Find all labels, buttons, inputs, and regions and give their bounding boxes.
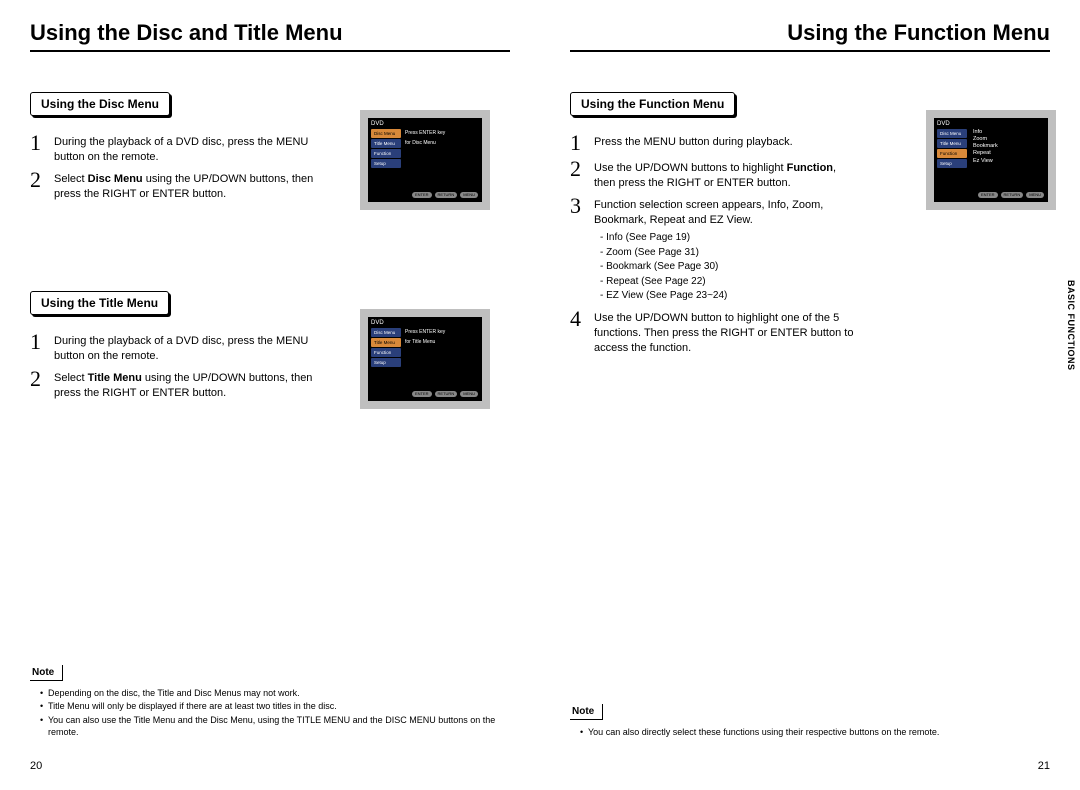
step-row: 3 Function selection screen appears, Inf…: [570, 195, 860, 304]
step-text: Use the UP/DOWN button to highlight one …: [594, 308, 860, 356]
note-box-left: Note Depending on the disc, the Title an…: [30, 662, 510, 740]
step-number: 2: [570, 158, 590, 180]
step-row: 2 Select Disc Menu using the UP/DOWN but…: [30, 169, 320, 202]
manual-page-left: Using the Disc and Title Menu Using the …: [0, 0, 540, 790]
section-title-menu: Using the Title Menu 1 During the playba…: [30, 291, 510, 400]
osd-mock-disc: DVD Disc MenuPress ENTER key Title Menuf…: [360, 110, 490, 210]
step-row: 2 Select Title Menu using the UP/DOWN bu…: [30, 368, 320, 401]
section-label: Using the Title Menu: [30, 291, 169, 315]
step-text: Press the MENU button during playback.: [594, 132, 860, 150]
note-label: Note: [30, 665, 63, 681]
osd-mock-title: DVD Disc MenuPress ENTER key Title Menuf…: [360, 309, 490, 409]
page-title-left: Using the Disc and Title Menu: [30, 20, 510, 52]
step-number: 2: [30, 169, 50, 191]
note-label: Note: [570, 704, 603, 720]
page-number-right: 21: [1038, 760, 1050, 772]
step-number: 4: [570, 308, 590, 330]
step-row: 1 Press the MENU button during playback.: [570, 132, 860, 154]
step-text: Use the UP/DOWN buttons to highlight Fun…: [594, 158, 860, 191]
step-row: 1 During the playback of a DVD disc, pre…: [30, 331, 320, 364]
step-number: 1: [30, 331, 50, 353]
note-box-right: Note You can also directly select these …: [570, 701, 1050, 740]
osd-mock-function: DVD Disc Menu Title Menu Function Setup …: [926, 110, 1056, 210]
note-list: Depending on the disc, the Title and Dis…: [30, 687, 510, 739]
side-tab: BASIC FUNCTIONS: [1066, 280, 1076, 371]
section-label: Using the Disc Menu: [30, 92, 170, 116]
step-text: During the playback of a DVD disc, press…: [54, 331, 320, 364]
step-row: 4 Use the UP/DOWN button to highlight on…: [570, 308, 860, 356]
step-text: Function selection screen appears, Info,…: [594, 195, 860, 304]
step-number: 3: [570, 195, 590, 217]
section-function-menu: Using the Function Menu 1 Press the MENU…: [570, 92, 1050, 355]
step-text: Select Title Menu using the UP/DOWN butt…: [54, 368, 320, 401]
manual-page-right: Using the Function Menu Using the Functi…: [540, 0, 1080, 790]
step-row: 2 Use the UP/DOWN buttons to highlight F…: [570, 158, 860, 191]
section-disc-menu: Using the Disc Menu 1 During the playbac…: [30, 92, 510, 201]
step-number: 2: [30, 368, 50, 390]
step-row: 1 During the playback of a DVD disc, pre…: [30, 132, 320, 165]
step-text: During the playback of a DVD disc, press…: [54, 132, 320, 165]
step-number: 1: [30, 132, 50, 154]
note-list: You can also directly select these funct…: [570, 726, 1050, 739]
section-label: Using the Function Menu: [570, 92, 735, 116]
page-title-right: Using the Function Menu: [570, 20, 1050, 52]
page-number-left: 20: [30, 760, 42, 772]
step-number: 1: [570, 132, 590, 154]
sublist: Info (See Page 19) Zoom (See Page 31) Bo…: [600, 231, 860, 303]
step-text: Select Disc Menu using the UP/DOWN butto…: [54, 169, 320, 202]
